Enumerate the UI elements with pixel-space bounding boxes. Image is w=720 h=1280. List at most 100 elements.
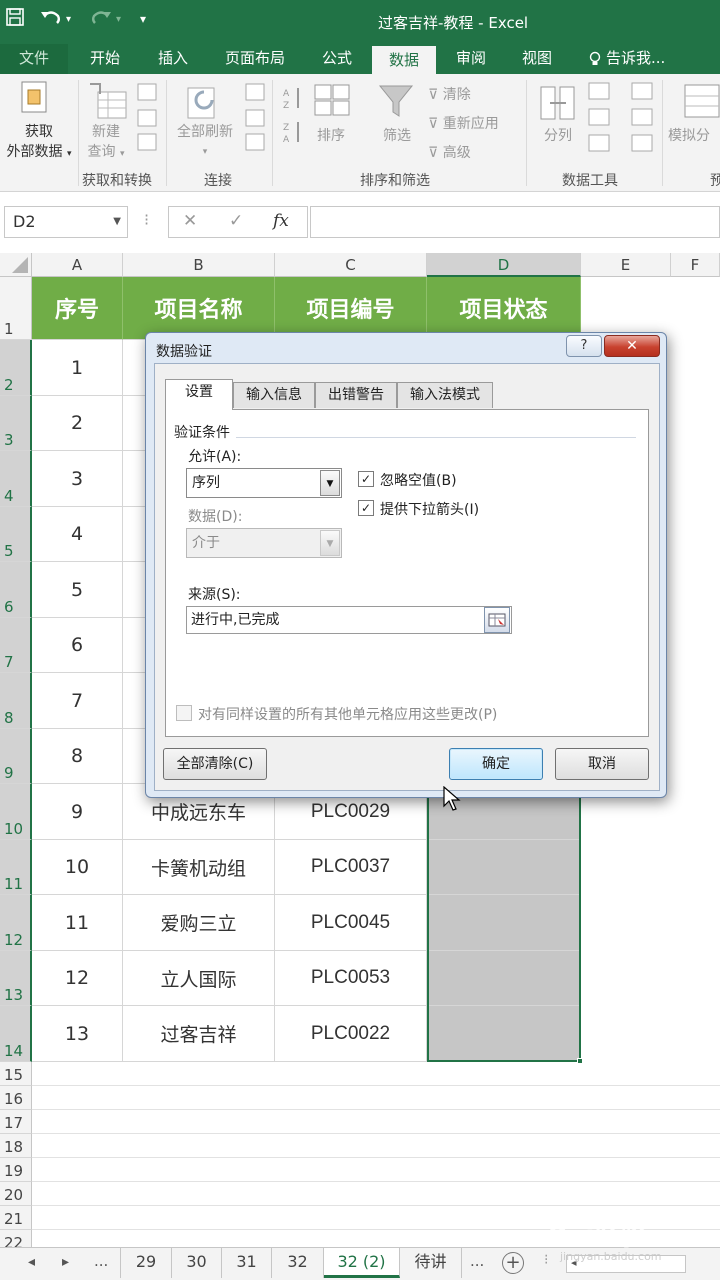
data-tools-small-icons[interactable] [588, 82, 658, 158]
cell-project-name[interactable]: 过客吉祥 [123, 1006, 275, 1062]
cell-serial[interactable]: 3 [32, 451, 123, 507]
row-header-18[interactable]: 18 [0, 1134, 32, 1158]
clear-filter-button[interactable]: ⊽ 清除 [428, 84, 471, 104]
sheet-more-right[interactable]: ... [470, 1252, 484, 1270]
cell-serial[interactable]: 10 [32, 840, 123, 895]
empty-grid-row[interactable] [32, 1110, 720, 1134]
tab-home[interactable]: 开始 [78, 44, 132, 74]
filter-button[interactable]: 筛选 [372, 126, 422, 146]
cell-project-code[interactable]: PLC0037 [275, 840, 427, 895]
new-query-button[interactable]: 新建 查询 ▾ [80, 122, 132, 164]
close-button[interactable]: ✕ [604, 335, 660, 357]
ignore-blank-checkbox[interactable]: ✓ [358, 471, 374, 487]
cell-project-status[interactable] [427, 951, 581, 1006]
in-cell-dropdown-checkbox[interactable]: ✓ [358, 500, 374, 516]
empty-grid-row[interactable] [32, 1086, 720, 1110]
clear-all-button[interactable]: 全部清除(C) [163, 748, 267, 780]
tab-insert[interactable]: 插入 [146, 44, 200, 74]
cell-project-status[interactable] [427, 1006, 581, 1062]
column-header-d[interactable]: D [427, 253, 581, 277]
range-picker-button[interactable] [484, 607, 510, 633]
ignore-blank-label[interactable]: 忽略空值(B) [380, 470, 457, 490]
row-header-12[interactable]: 12 [0, 895, 32, 951]
customize-icon[interactable]: ▾ [140, 12, 146, 26]
select-all-corner[interactable] [0, 253, 32, 277]
header-cell-project-code[interactable]: 项目编号 [275, 277, 427, 340]
get-external-data-button[interactable]: 获取 外部数据 ▾ [2, 122, 76, 164]
cell-serial[interactable]: 8 [32, 729, 123, 784]
add-sheet-button[interactable]: + [502, 1252, 524, 1274]
refresh-all-button[interactable]: 全部刷新 ▾ [170, 122, 240, 162]
column-header-e[interactable]: E [581, 253, 671, 277]
row-header-16[interactable]: 16 [0, 1086, 32, 1110]
cell-serial[interactable]: 12 [32, 951, 123, 1006]
reapply-button[interactable]: ⊽ 重新应用 [428, 113, 499, 133]
save-icon[interactable] [6, 8, 24, 31]
row-header-21[interactable]: 21 [0, 1206, 32, 1230]
row-header-3[interactable]: 3 [0, 396, 32, 451]
column-header-a[interactable]: A [32, 253, 123, 277]
cell-serial[interactable]: 9 [32, 784, 123, 840]
redo-dropdown-icon[interactable]: ▾ [116, 14, 121, 25]
sort-asc-icon[interactable]: AZ [282, 86, 304, 114]
cell-project-name[interactable]: 立人国际 [123, 951, 275, 1006]
show-queries-icon[interactable] [136, 82, 158, 156]
row-header-4[interactable]: 4 [0, 451, 32, 507]
cancel-button[interactable]: 取消 [555, 748, 649, 780]
row-header-2[interactable]: 2 [0, 340, 32, 396]
tab-input-message[interactable]: 输入信息 [233, 382, 315, 408]
cell-serial[interactable]: 6 [32, 618, 123, 673]
sheet-next-icon[interactable]: ▸ [62, 1254, 69, 1270]
apply-all-checkbox[interactable] [176, 705, 192, 721]
cell-serial[interactable]: 4 [32, 507, 123, 562]
header-cell-project-status[interactable]: 项目状态 [427, 277, 581, 340]
sheet-tab-32[interactable]: 32 [272, 1248, 324, 1278]
undo-icon[interactable] [40, 8, 62, 31]
tab-formulas[interactable]: 公式 [310, 44, 364, 74]
row-header-9[interactable]: 9 [0, 729, 32, 784]
empty-grid-row[interactable] [32, 1062, 720, 1086]
insert-function-icon[interactable]: fx [273, 211, 289, 231]
row-header-20[interactable]: 20 [0, 1182, 32, 1206]
source-input[interactable]: 进行中,已完成 [186, 606, 512, 634]
cell-project-code[interactable]: PLC0045 [275, 895, 427, 951]
cell-serial[interactable]: 2 [32, 396, 123, 451]
tab-settings[interactable]: 设置 [165, 379, 233, 410]
sheet-tab-pending[interactable]: 待讲 [400, 1248, 462, 1278]
row-header-17[interactable]: 17 [0, 1110, 32, 1134]
formula-input[interactable] [310, 206, 720, 238]
cell-project-status[interactable] [427, 895, 581, 951]
undo-dropdown-icon[interactable]: ▾ [66, 14, 71, 25]
tab-file[interactable]: 文件 [0, 44, 68, 74]
sheet-more-left[interactable]: ... [94, 1252, 108, 1270]
sheet-tab-30[interactable]: 30 [172, 1248, 222, 1278]
header-cell-serial[interactable]: 序号 [32, 277, 123, 340]
sheet-prev-icon[interactable]: ◂ [28, 1254, 35, 1270]
name-box[interactable]: D2 ▼ [4, 206, 128, 238]
empty-grid-row[interactable] [32, 1158, 720, 1182]
row-header-13[interactable]: 13 [0, 951, 32, 1006]
tab-page-layout[interactable]: 页面布局 [214, 44, 296, 74]
advanced-filter-button[interactable]: ⊽ 高级 [428, 142, 471, 162]
empty-grid-row[interactable] [32, 1182, 720, 1206]
row-header-11[interactable]: 11 [0, 840, 32, 895]
cell-project-code[interactable]: PLC0053 [275, 951, 427, 1006]
cell-serial[interactable]: 7 [32, 673, 123, 729]
row-header-15[interactable]: 15 [0, 1062, 32, 1086]
cell-project-name[interactable]: 爱购三立 [123, 895, 275, 951]
row-header-8[interactable]: 8 [0, 673, 32, 729]
enter-icon[interactable]: ✓ [229, 211, 243, 231]
sheet-tab-29[interactable]: 29 [120, 1248, 172, 1278]
row-header-14[interactable]: 14 [0, 1006, 32, 1062]
help-button[interactable]: ? [566, 335, 602, 357]
sheet-tab-32-2[interactable]: 32 (2) [324, 1248, 400, 1278]
sort-desc-icon[interactable]: ZA [282, 120, 304, 148]
row-header-1[interactable]: 1 [0, 277, 32, 340]
cell-serial[interactable]: 5 [32, 562, 123, 618]
apply-all-label[interactable]: 对有同样设置的所有其他单元格应用这些更改(P) [198, 704, 497, 724]
cell-project-status[interactable] [427, 840, 581, 895]
tab-ime-mode[interactable]: 输入法模式 [397, 382, 493, 408]
cell-serial[interactable]: 1 [32, 340, 123, 396]
tab-view[interactable]: 视图 [510, 44, 564, 74]
connections-icons[interactable] [244, 82, 266, 156]
